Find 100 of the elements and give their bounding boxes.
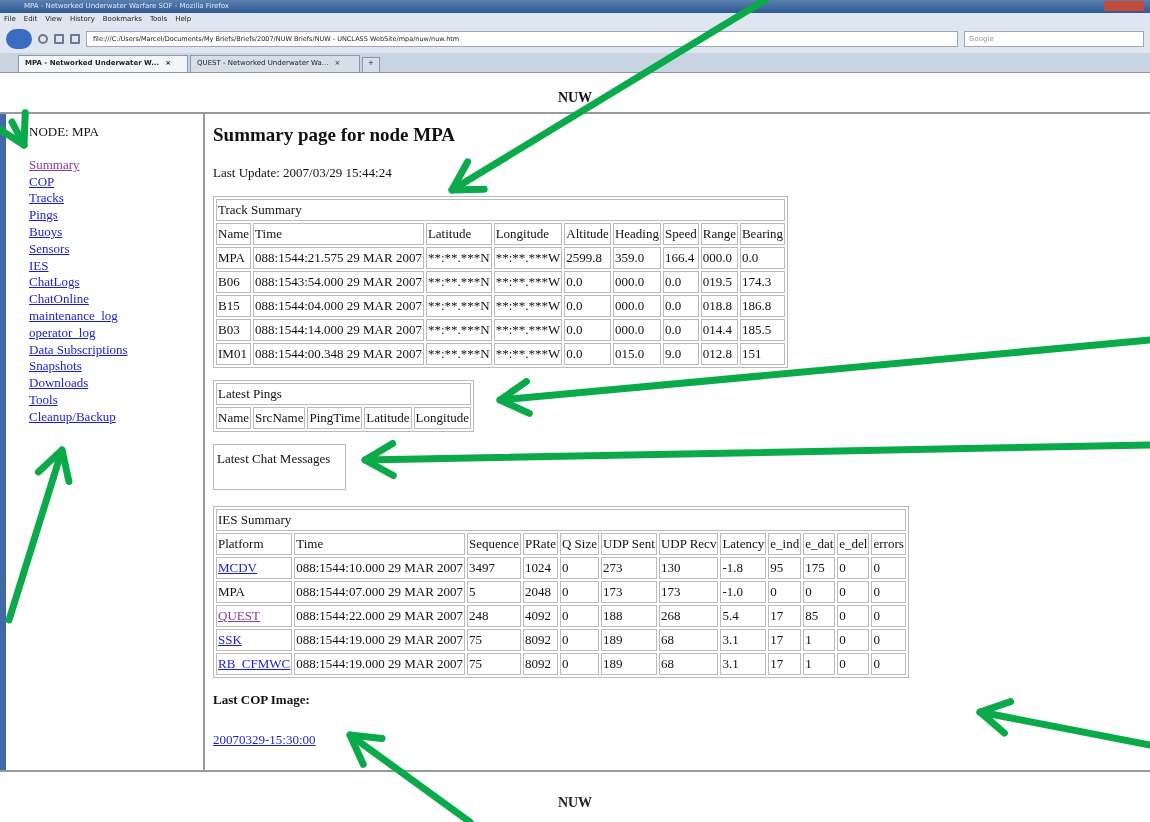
column-header: Longitude — [413, 407, 471, 430]
column-header: Latency — [720, 533, 767, 556]
column-header: Name — [216, 223, 252, 246]
table-cell: 0 — [559, 557, 599, 580]
nav-link[interactable]: Tracks — [29, 190, 64, 208]
table-cell: 0.0 — [564, 319, 611, 342]
table-cell: **:**.***N — [425, 247, 492, 270]
nav-link[interactable]: maintenance_log — [29, 307, 118, 325]
column-header: Q Size — [559, 533, 599, 556]
table-cell: 2599.8 — [564, 247, 611, 270]
nav-link[interactable]: COP — [29, 173, 55, 191]
table-cell: -1.0 — [720, 581, 767, 604]
table-cell: 248 — [467, 605, 521, 628]
nav-link[interactable]: Pings — [29, 207, 58, 224]
table-cell: 0 — [768, 581, 802, 604]
table-cell: **:**.***N — [425, 271, 492, 294]
table-cell: 0 — [837, 605, 870, 628]
table-cell: 3.1 — [720, 629, 767, 652]
table-cell: 174.3 — [739, 271, 786, 294]
table-cell: 151 — [739, 343, 786, 366]
table-cell: **:**.***W — [493, 295, 563, 318]
column-header: Bearing — [739, 223, 786, 246]
table-cell: 17 — [768, 629, 802, 652]
frame-title: NUW — [557, 794, 593, 812]
nav-link[interactable]: Buoys — [29, 224, 63, 241]
table-cell: 9.0 — [662, 343, 699, 366]
table-cell: 0.0 — [564, 343, 611, 366]
table-cell: 0 — [559, 653, 599, 676]
table-cell: 088:1544:00.348 29 MAR 2007 — [253, 343, 424, 366]
table-cell: 0 — [559, 605, 599, 628]
nav-link[interactable]: Sensors — [29, 240, 70, 258]
column-header: PRate — [522, 533, 558, 556]
column-header: Time — [294, 533, 466, 556]
back-button[interactable] — [6, 29, 32, 49]
node-label: NODE: MPA — [29, 124, 100, 141]
nav-link[interactable]: Downloads — [29, 375, 89, 392]
table-cell: **:**.***W — [493, 247, 563, 270]
table-cell: 189 — [601, 653, 657, 676]
table-cell: 0 — [803, 581, 836, 604]
table-cell: MPA — [218, 584, 245, 600]
nav-link[interactable]: ChatOnline — [29, 291, 89, 308]
table-cell: 17 — [768, 653, 802, 676]
nav-link[interactable]: Tools — [29, 391, 58, 409]
nav-link[interactable]: Snapshots — [29, 358, 82, 376]
frame-title: NUW — [557, 89, 593, 107]
table-cell: 0.0 — [564, 295, 611, 318]
nav-link[interactable]: Summary — [29, 156, 80, 174]
column-header: UDP Sent — [601, 533, 657, 556]
nav-link[interactable]: Data Subscriptions — [29, 341, 128, 359]
table-cell: 000.0 — [612, 319, 661, 342]
table-cell: 68 — [658, 629, 719, 652]
column-header: Time — [253, 223, 424, 246]
table-cell: 173 — [601, 581, 657, 604]
table-cell: 186.8 — [739, 295, 786, 318]
column-header: Altitude — [564, 223, 611, 246]
table-cell: 0 — [871, 653, 906, 676]
table-cell: 130 — [658, 557, 719, 580]
table-cell: 68 — [658, 653, 719, 676]
table-cell: **:**.***W — [493, 343, 563, 366]
column-header: Speed — [662, 223, 699, 246]
table-cell: 000.0 — [612, 271, 661, 294]
table-cell: 268 — [658, 605, 719, 628]
nav-link[interactable]: ChatLogs — [29, 274, 80, 292]
column-header: Heading — [612, 223, 661, 246]
table-cell: B06 — [216, 271, 252, 294]
nav-link[interactable]: IES — [29, 257, 49, 275]
table-cell: **:**.***W — [493, 271, 563, 294]
table-cell: 1 — [803, 653, 836, 676]
table-cell: 088:1543:54.000 29 MAR 2007 — [253, 271, 424, 294]
table-cell: 189 — [601, 629, 657, 652]
table-caption: IES Summary — [216, 509, 906, 532]
table-cell: -1.8 — [720, 557, 767, 580]
table-cell: 088:1544:14.000 29 MAR 2007 — [253, 319, 424, 342]
table-cell: 0 — [837, 653, 870, 676]
nav-link[interactable]: operator_log — [29, 324, 96, 342]
table-cell: 85 — [803, 605, 836, 628]
image-link[interactable]: 20070329-15:30:00 — [213, 731, 316, 747]
table-cell: 0 — [871, 605, 906, 628]
nav-link[interactable]: Cleanup/Backup — [29, 408, 116, 426]
table-cell: 0 — [871, 581, 906, 604]
table-cell: 088:1544:19.000 29 MAR 2007 — [294, 629, 466, 652]
table-cell: 188 — [601, 605, 657, 628]
column-header: e_ind — [768, 533, 802, 556]
table-cell: 2048 — [522, 581, 558, 604]
table-cell: 088:1544:04.000 29 MAR 2007 — [253, 295, 424, 318]
table-cell: **:**.***N — [425, 319, 492, 342]
table-cell: 012.8 — [700, 343, 738, 366]
table-cell: 3497 — [467, 557, 521, 580]
table-cell: 8092 — [522, 653, 558, 676]
table-cell: 5 — [467, 581, 521, 604]
table-cell: 088:1544:21.575 29 MAR 2007 — [253, 247, 424, 270]
table-cell: 1 — [803, 629, 836, 652]
table-cell: 1024 — [522, 557, 558, 580]
column-header: Latitude — [364, 407, 412, 430]
table-cell: 0 — [837, 557, 870, 580]
table-cell: 0.0 — [662, 319, 699, 342]
table-cell: 088:1544:19.000 29 MAR 2007 — [294, 653, 466, 676]
table-cell: IM01 — [216, 343, 252, 366]
table-cell: 0 — [871, 557, 906, 580]
table-cell: 185.5 — [739, 319, 786, 342]
